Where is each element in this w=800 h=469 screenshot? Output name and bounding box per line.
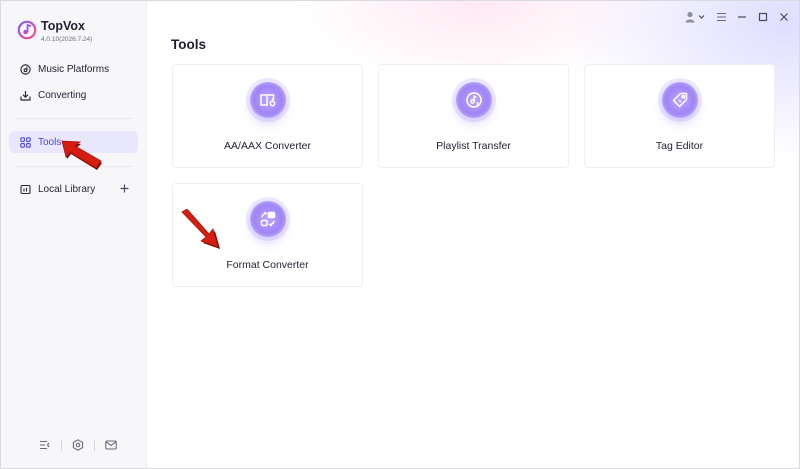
sidebar-item-label: Tools (38, 136, 62, 148)
sidebar: TopVox 4.0.10(2026.7.24) Music Platforms… (1, 1, 147, 468)
tool-card-label: Tag Editor (655, 140, 704, 152)
page-title: Tools (171, 37, 206, 52)
close-icon[interactable] (777, 10, 791, 24)
tool-card-label: AA/AAX Converter (224, 140, 311, 152)
music-platform-icon (20, 63, 31, 75)
app-version: 4.0.10(2026.7.24) (41, 36, 93, 43)
grid-icon (20, 136, 31, 148)
annotation-arrow-icon (61, 140, 102, 170)
format-convert-icon (249, 201, 286, 237)
tool-card-label: Playlist Transfer (436, 140, 511, 152)
account-menu-icon[interactable] (685, 10, 707, 24)
app-window: TopVox 4.0.10(2026.7.24) Music Platforms… (0, 0, 800, 469)
sidebar-item-label: Local Library (38, 183, 96, 195)
annotation-arrow-icon (181, 209, 220, 249)
main-content: Tools AA/AAX Converter Playlist Transfer… (147, 1, 799, 468)
sidebar-item-music-platforms[interactable]: Music Platforms (9, 58, 138, 80)
playlist-transfer-icon (455, 82, 492, 118)
audiobook-icon (249, 82, 286, 118)
download-icon (20, 90, 31, 101)
menu-icon[interactable] (714, 10, 728, 24)
titlebar (678, 10, 791, 24)
library-icon (20, 184, 31, 195)
sidebar-item-label: Converting (38, 89, 87, 101)
feedback-list-icon[interactable] (39, 439, 51, 451)
tool-card-playlist-transfer[interactable]: Playlist Transfer (378, 64, 569, 168)
sidebar-item-local-library[interactable]: Local Library (9, 178, 138, 200)
settings-hex-icon[interactable] (72, 439, 84, 451)
brand: TopVox 4.0.10(2026.7.24) (17, 18, 92, 45)
add-library-icon[interactable] (119, 183, 130, 194)
sidebar-item-converting[interactable]: Converting (9, 84, 138, 106)
topvox-logo-icon (17, 20, 37, 40)
app-name: TopVox (41, 19, 85, 33)
sidebar-item-label: Music Platforms (38, 63, 110, 75)
tag-icon (661, 82, 698, 118)
maximize-icon[interactable] (756, 10, 770, 24)
minimize-icon[interactable] (735, 10, 749, 24)
tool-card-label: Format Converter (226, 259, 309, 271)
tool-card-aa-aax-converter[interactable]: AA/AAX Converter (172, 64, 363, 168)
mail-icon[interactable] (105, 439, 117, 451)
sidebar-footer (39, 439, 117, 451)
sidebar-divider (15, 118, 133, 119)
tool-card-tag-editor[interactable]: Tag Editor (584, 64, 775, 168)
